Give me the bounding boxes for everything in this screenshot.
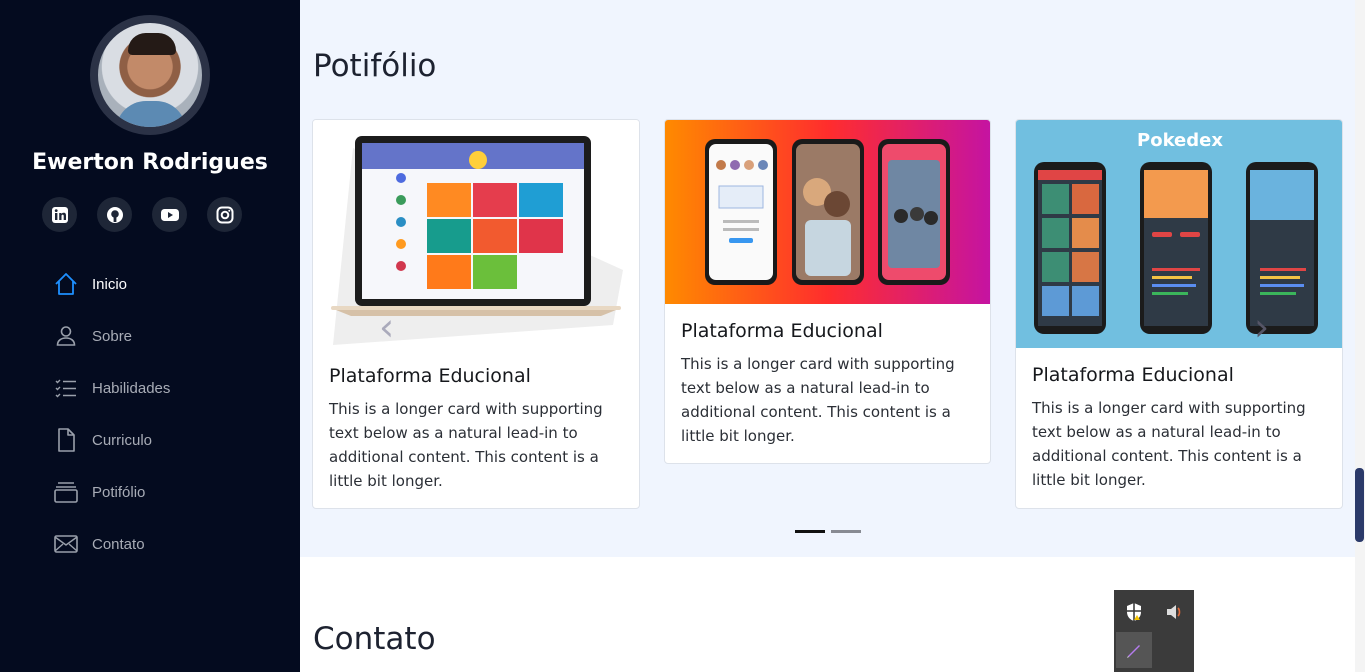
sidebar: Ewerton Rodrigues Inicio Sobre Habilidad…	[0, 0, 300, 672]
avatar-hair	[128, 33, 176, 55]
list-icon	[52, 374, 80, 402]
github-icon[interactable]	[97, 197, 132, 232]
collection-icon	[52, 478, 80, 506]
carousel-prev-button[interactable]: ‹	[379, 305, 394, 349]
carousel-indicators	[795, 530, 861, 533]
card-title: Plataforma Educional	[681, 320, 883, 342]
sidebar-item-label: Potifólio	[92, 483, 146, 501]
social-links	[42, 197, 242, 232]
portfolio-title: Potifólio	[313, 48, 437, 84]
sidebar-item-label: Inicio	[92, 275, 128, 293]
profile-name: Ewerton Rodrigues	[32, 150, 268, 175]
instagram-icon[interactable]	[207, 197, 242, 232]
pokedex-phones-image: Pokedex	[1016, 120, 1342, 348]
instagram-phones-image	[665, 120, 990, 304]
carousel-indicator[interactable]	[795, 530, 825, 533]
envelope-icon	[52, 530, 80, 558]
sidebar-item-potifolio[interactable]: Potifólio	[52, 466, 170, 518]
portfolio-card[interactable]: Pokedex › Plataforma Educional This is a…	[1015, 119, 1343, 509]
portfolio-card[interactable]: Plataforma Educional This is a longer ca…	[664, 119, 991, 464]
sidebar-item-label: Sobre	[92, 327, 133, 345]
sidebar-item-label: Habilidades	[92, 379, 171, 397]
portfolio-section: Potifólio ‹ Plataforma Educional This is…	[300, 0, 1355, 557]
laptop-mockup-image	[313, 120, 639, 355]
home-icon	[52, 270, 80, 298]
sidebar-item-curriculo[interactable]: Curriculo	[52, 414, 170, 466]
sidebar-item-contato[interactable]: Contato	[52, 518, 170, 570]
sidebar-item-label: Contato	[92, 535, 145, 553]
scrollbar-thumb[interactable]	[1355, 468, 1364, 542]
volume-icon[interactable]	[1156, 594, 1192, 630]
card-text: This is a longer card with supporting te…	[1032, 399, 1306, 489]
security-shield-icon[interactable]	[1116, 594, 1152, 630]
person-icon	[52, 322, 80, 350]
sidebar-item-inicio[interactable]: Inicio	[52, 258, 170, 310]
contato-section: Contato	[300, 557, 1355, 672]
card-text: This is a longer card with supporting te…	[329, 400, 603, 490]
card-text: This is a longer card with supporting te…	[681, 355, 955, 445]
sidebar-item-sobre[interactable]: Sobre	[52, 310, 170, 362]
portfolio-card[interactable]: ‹ Plataforma Educional This is a longer …	[312, 119, 640, 509]
sidebar-nav: Inicio Sobre Habilidades Curriculo Potif…	[52, 258, 170, 570]
carousel-next-button[interactable]: ›	[1254, 305, 1269, 349]
card-title: Plataforma Educional	[329, 365, 531, 387]
avatar	[90, 15, 210, 135]
system-tray-popup	[1114, 590, 1194, 672]
youtube-icon[interactable]	[152, 197, 187, 232]
pen-icon[interactable]	[1116, 632, 1152, 668]
avatar-shirt	[116, 101, 186, 127]
scrollbar-track[interactable]	[1355, 0, 1365, 672]
card-title: Plataforma Educional	[1032, 364, 1234, 386]
linkedin-icon[interactable]	[42, 197, 77, 232]
sidebar-item-label: Curriculo	[92, 431, 153, 449]
contato-title: Contato	[313, 621, 436, 657]
sidebar-item-habilidades[interactable]: Habilidades	[52, 362, 170, 414]
file-icon	[52, 426, 80, 454]
carousel-indicator[interactable]	[831, 530, 861, 533]
